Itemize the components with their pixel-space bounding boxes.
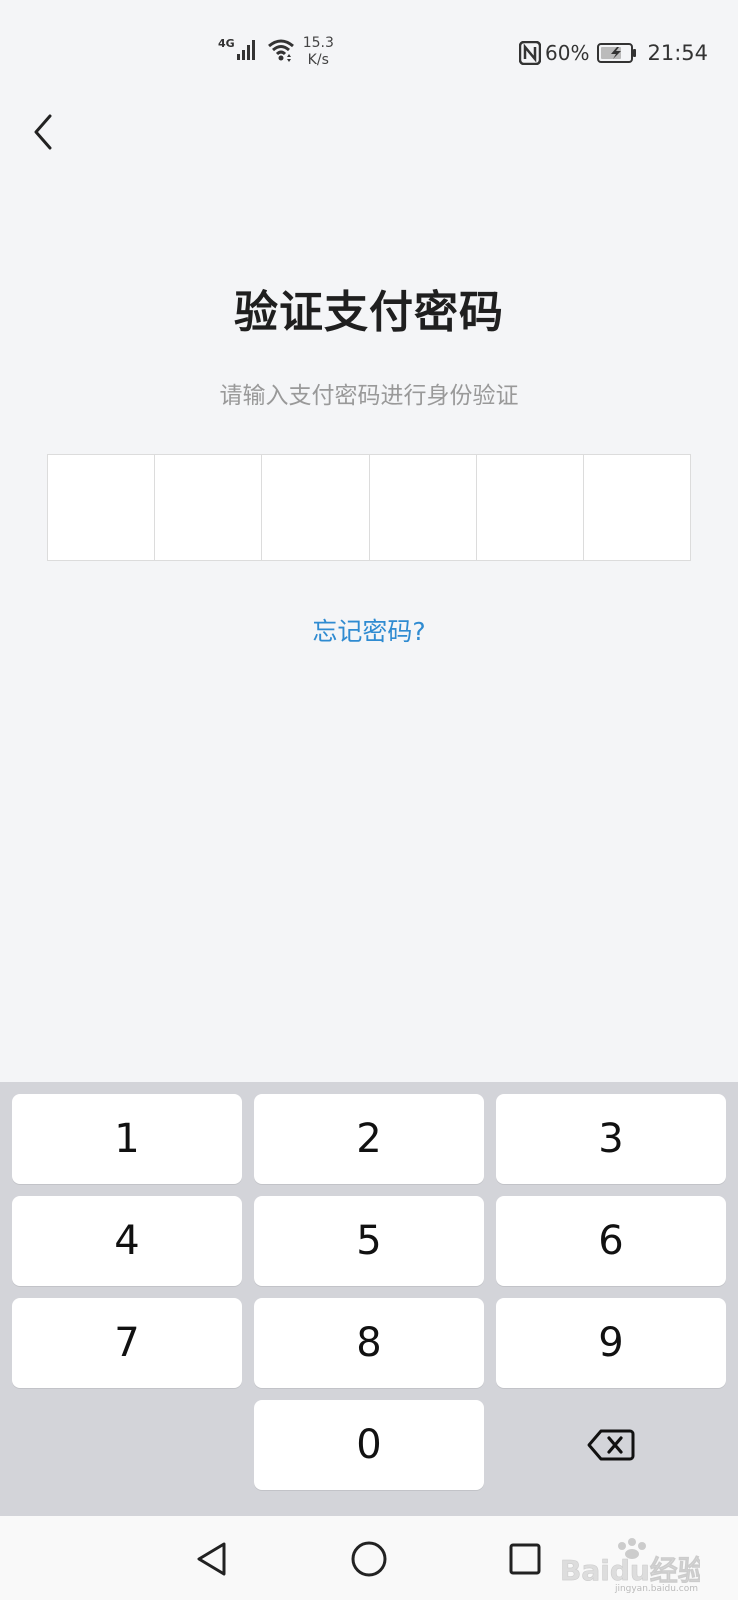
battery-percent: 60% (545, 41, 590, 65)
square-recents-icon (509, 1543, 541, 1575)
nav-back-button[interactable] (186, 1536, 236, 1582)
pin-digit-2[interactable] (155, 455, 263, 560)
baidu-watermark-logo: Baidu经验 (560, 1538, 700, 1587)
cell-signal-icon (236, 40, 255, 60)
key-6[interactable]: 6 (496, 1196, 726, 1286)
battery-charging-icon (597, 43, 637, 63)
pin-digit-5[interactable] (477, 455, 584, 560)
system-indicators: 60% 21:54 (519, 38, 708, 68)
forgot-password-link[interactable]: 忘记密码? (0, 612, 738, 648)
pin-digit-1[interactable] (48, 455, 156, 560)
key-1[interactable]: 1 (12, 1094, 242, 1184)
network-indicators: 4G 15.3 K/s (218, 35, 334, 69)
network-type-label: 4G (218, 37, 235, 50)
network-speed: 15.3 K/s (303, 35, 334, 69)
key-4[interactable]: 4 (12, 1196, 242, 1286)
status-bar: 4G 15.3 K/s 60% 21:54 (0, 0, 738, 100)
key-3[interactable]: 3 (496, 1094, 726, 1184)
nav-home-button[interactable] (344, 1536, 394, 1582)
watermark-url: jingyan.baidu.com (614, 1584, 698, 1594)
key-5[interactable]: 5 (254, 1196, 484, 1286)
pin-digit-3[interactable] (262, 455, 370, 560)
backspace-icon (587, 1429, 635, 1461)
circle-home-icon (351, 1541, 387, 1577)
delete-key[interactable] (496, 1400, 726, 1490)
pin-digit-6[interactable] (584, 455, 690, 560)
triangle-back-icon (197, 1542, 226, 1576)
pay-password-screen: 4G 15.3 K/s 60% 21:54 验证支付密码 请输入支付密码进行身份… (0, 0, 738, 1600)
numeric-keypad: 1 2 3 4 5 6 7 8 9 0 (0, 1082, 738, 1516)
key-0[interactable]: 0 (254, 1400, 484, 1490)
nav-recents-button[interactable] (500, 1536, 550, 1582)
nfc-icon (519, 41, 542, 65)
network-speed-value: 15.3 (302, 35, 334, 51)
page-title: 验证支付密码 (234, 287, 504, 338)
key-8[interactable]: 8 (254, 1298, 484, 1388)
key-blank (12, 1400, 242, 1490)
clock-time: 21:54 (647, 41, 708, 65)
page-subtitle: 请输入支付密码进行身份验证 (219, 383, 519, 409)
chevron-left-icon (34, 114, 52, 150)
key-7[interactable]: 7 (12, 1298, 242, 1388)
key-2[interactable]: 2 (254, 1094, 484, 1184)
pin-digit-4[interactable] (370, 455, 477, 560)
watermark-text: Baidu经验 (560, 1554, 700, 1587)
pin-input[interactable] (47, 454, 691, 561)
network-speed-unit: K/s (307, 52, 329, 68)
wifi-icon (267, 39, 294, 62)
key-9[interactable]: 9 (496, 1298, 726, 1388)
back-button[interactable] (22, 108, 62, 156)
